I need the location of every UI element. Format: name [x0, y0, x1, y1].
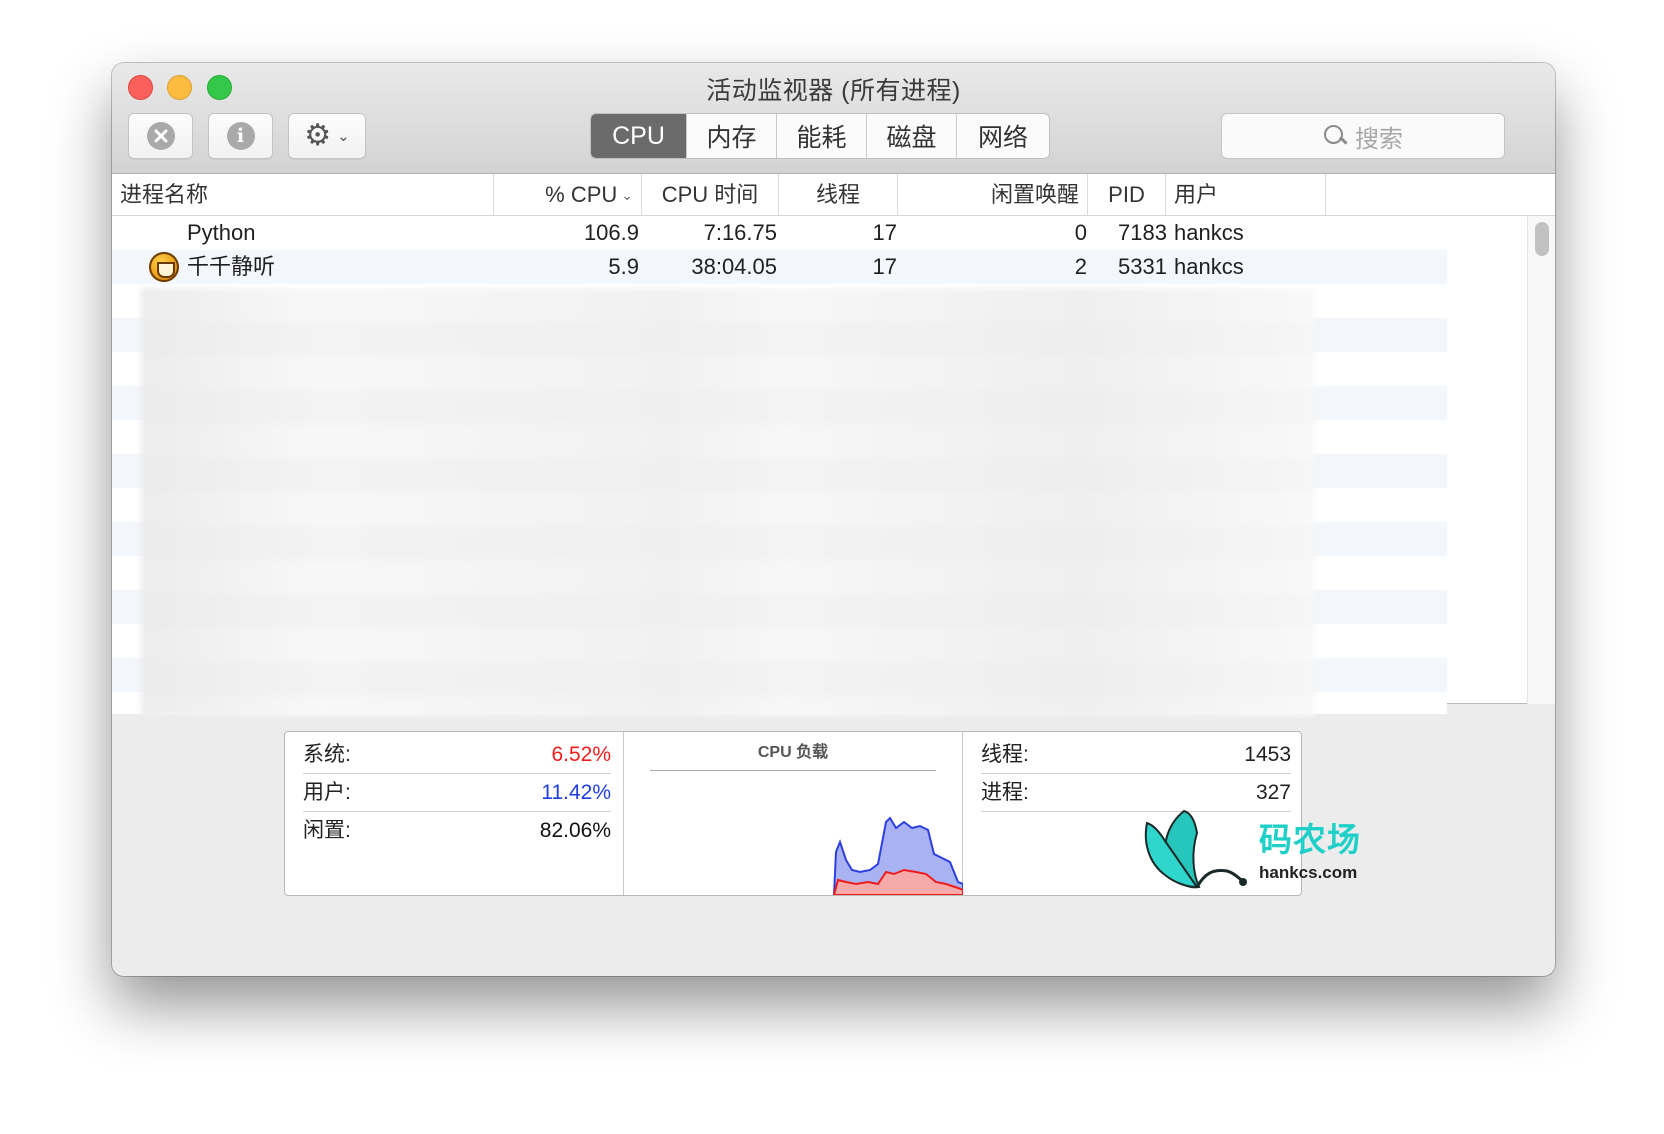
tab-network[interactable]: 网络 [957, 114, 1049, 158]
sort-descending-icon: ⌄ [621, 188, 633, 204]
process-name: 千千静听 [187, 254, 276, 279]
search-placeholder: 搜索 [1355, 125, 1403, 153]
x-circle-icon [146, 122, 175, 150]
process-name: Python [187, 220, 256, 245]
cpu-time: 7:16.75 [703, 220, 777, 245]
chevron-down-icon: ⌄ [337, 127, 350, 145]
threads-label: 线程: [981, 743, 1029, 766]
idle-label: 闲置: [303, 819, 351, 842]
user-value: 11.42% [541, 781, 611, 804]
table-row[interactable]: 千千静听 5.9 38:04.05 17 2 5331 hankcs [112, 250, 1447, 284]
threads-value: 1453 [1244, 743, 1291, 766]
system-value: 6.52% [551, 743, 611, 766]
window-title: 活动监视器 (所有进程) [706, 77, 961, 105]
idle-row: 闲置: 82.06% [303, 812, 611, 850]
action-menu-button[interactable]: ⚙ ⌄ [288, 113, 366, 159]
tab-energy[interactable]: 能耗 [777, 114, 867, 158]
inspect-process-button[interactable]: i [208, 113, 273, 159]
cpu-usage-breakdown: 系统: 6.52% 用户: 11.42% 闲置: 82.06% [285, 732, 624, 895]
watermark-url: hankcs.com [1259, 863, 1358, 882]
ttplayer-app-icon [149, 252, 179, 282]
activity-monitor-window: 活动监视器 (所有进程) i ⚙ ⌄ CPU 内存 能耗 磁盘 网络 搜索 进程… [112, 63, 1555, 976]
scrollbar-thumb[interactable] [1535, 222, 1549, 256]
processes-label: 进程: [981, 781, 1029, 804]
idle-value: 82.06% [539, 819, 611, 842]
vertical-scrollbar[interactable] [1527, 216, 1555, 704]
view-tabs: CPU 内存 能耗 磁盘 网络 [590, 113, 1050, 159]
title-bar: 活动监视器 (所有进程) i ⚙ ⌄ CPU 内存 能耗 磁盘 网络 搜索 [112, 63, 1555, 174]
thread-count: 17 [872, 220, 897, 245]
gear-icon: ⚙ [304, 118, 332, 153]
table-header: 进程名称 % CPU ⌄ CPU 时间 线程 闲置唤醒 PID 用户 [112, 174, 1555, 216]
blurred-process-list [141, 288, 1315, 716]
process-table: 进程名称 % CPU ⌄ CPU 时间 线程 闲置唤醒 PID 用户 Python… [112, 174, 1555, 716]
threads-row: 线程: 1453 [981, 736, 1291, 774]
column-header-cpu-time[interactable]: CPU 时间 [642, 174, 779, 216]
system-usage-row: 系统: 6.52% [303, 736, 611, 774]
pid: 5331 [1118, 254, 1167, 279]
column-header-cpu-percent-label: % CPU [545, 182, 618, 207]
column-header-threads[interactable]: 线程 [779, 174, 898, 216]
cpu-load-graph: CPU 负载 [624, 732, 963, 895]
process-rows: Python 106.9 7:16.75 17 0 7183 hankcs 千千… [112, 216, 1447, 284]
cpu-load-chart [832, 816, 963, 895]
watermark: 码农场 hankcs.com [1139, 803, 1399, 903]
stop-process-button[interactable] [128, 113, 193, 159]
user-label: 用户: [303, 781, 351, 804]
cpu-time: 38:04.05 [691, 254, 777, 279]
column-header-idle-wakeups[interactable]: 闲置唤醒 [898, 174, 1088, 216]
system-label: 系统: [303, 743, 351, 766]
idle-wakeups: 2 [1074, 254, 1087, 279]
tab-cpu[interactable]: CPU [591, 114, 687, 158]
column-header-pid[interactable]: PID [1088, 174, 1166, 216]
search-icon [1323, 124, 1347, 148]
butterfly-logo-icon [1144, 809, 1247, 889]
tab-disk[interactable]: 磁盘 [867, 114, 957, 158]
search-input[interactable]: 搜索 [1221, 113, 1505, 159]
cpu-percent: 106.9 [583, 220, 639, 245]
column-header-process-name[interactable]: 进程名称 [112, 174, 494, 216]
user-usage-row: 用户: 11.42% [303, 774, 611, 812]
watermark-name: 码农场 [1259, 820, 1361, 859]
column-header-user[interactable]: 用户 [1166, 174, 1326, 216]
table-row[interactable]: Python 106.9 7:16.75 17 0 7183 hankcs [112, 216, 1447, 250]
tab-memory[interactable]: 内存 [687, 114, 777, 158]
idle-wakeups: 0 [1074, 220, 1087, 245]
pid: 7183 [1118, 220, 1167, 245]
column-header-cpu-percent[interactable]: % CPU ⌄ [494, 174, 642, 216]
info-icon: i [226, 122, 255, 150]
cpu-percent: 5.9 [608, 254, 639, 279]
thread-count: 17 [872, 254, 897, 279]
user: hankcs [1174, 254, 1244, 279]
user: hankcs [1174, 220, 1244, 245]
